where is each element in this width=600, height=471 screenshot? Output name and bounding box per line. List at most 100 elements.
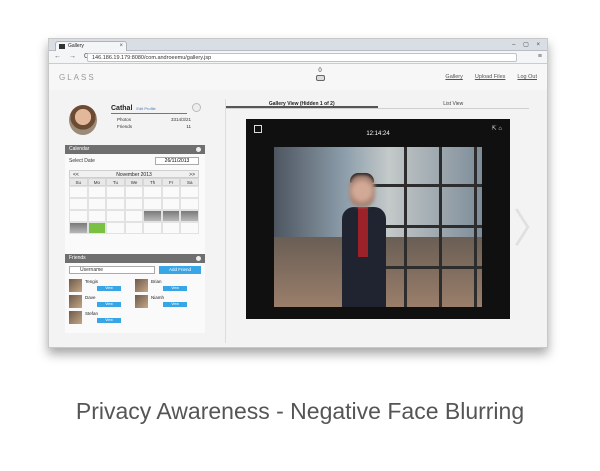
browser-window: Gallery × – ▢ × ← → C 146.186.19.179:808… [48,38,548,348]
nav-logout[interactable]: Log Out [517,74,537,80]
day-cell[interactable] [87,186,107,198]
day-cell[interactable] [124,210,144,222]
friend-view-button[interactable]: View [97,302,121,307]
calendar-header[interactable]: Calendar [65,145,205,154]
calendar-month: << November 2013 >> [69,170,199,178]
app-logo[interactable]: GLASS [59,73,96,82]
day-cell[interactable] [161,198,181,210]
menu-icon[interactable]: ≡ [538,53,542,60]
dow-label: Tu [106,178,125,186]
calendar-week [69,222,200,234]
prev-month-button[interactable]: << [73,171,79,179]
day-cell[interactable] [180,186,200,198]
next-month-button[interactable]: >> [189,171,195,179]
blurred-face [349,175,375,207]
settings-icon[interactable] [192,103,201,112]
day-cell[interactable] [106,186,125,198]
favicon-icon [59,44,65,49]
friend-item[interactable]: Dave View [69,295,129,309]
calendar-week [69,186,200,198]
day-cell[interactable] [124,222,144,234]
day-cell[interactable] [180,198,200,210]
date-input[interactable]: 26/11/2013 [155,157,199,165]
day-thumbnail[interactable] [161,210,181,222]
day-cell[interactable] [124,186,144,198]
day-cell[interactable] [106,198,125,210]
calendar-title: Calendar [69,146,90,152]
next-arrow-icon[interactable]: 〉 [513,159,547,299]
day-cell[interactable] [87,210,107,222]
add-friend-button[interactable]: Add Friend [159,266,201,274]
profile-divider [111,113,187,114]
tab-list-view[interactable]: List View [378,99,530,108]
glass-count: 0 [318,68,322,74]
friends-header[interactable]: Friends [65,254,205,263]
day-cell[interactable] [161,186,181,198]
edit-profile-link[interactable]: Edit Profile [136,106,155,111]
friend-name: Tengis [85,279,99,284]
selected-day[interactable] [87,222,107,234]
browser-tab[interactable]: Gallery × [55,41,127,51]
day-thumbnail[interactable] [69,222,88,234]
glass-badge[interactable]: 0 [313,68,327,86]
calendar-panel: Select Date 26/11/2013 << November 2013 … [65,154,205,254]
friend-photo [69,311,82,324]
friend-item[interactable]: Brian View [135,279,195,293]
day-cell[interactable] [180,222,200,234]
avatar [69,105,97,135]
day-cell[interactable] [124,198,144,210]
dow-label: Mo [87,178,107,186]
friend-search-input[interactable]: Username [69,266,155,274]
tab-gallery-view[interactable]: Gallery View (Hidden 1 of 2) [226,99,378,108]
day-cell[interactable] [69,198,88,210]
prev-arrow-icon[interactable]: 〈 [228,159,268,299]
friends-value: 11 [186,124,191,129]
friend-name: Brian [151,279,162,284]
glass-screen: ⇱ ⌂ 12:14:24 [246,119,510,319]
day-cell[interactable] [161,222,181,234]
view-tabs: Gallery View (Hidden 1 of 2) List View [226,99,529,109]
friend-view-button[interactable]: View [97,286,121,291]
left-panel: Cathal Edit Profile Photos 3314/3/21 Fri… [65,101,205,333]
day-thumbnail[interactable] [180,210,200,222]
collapse-icon[interactable] [196,147,201,152]
friends-stat: Friends 11 [117,124,191,129]
photo[interactable] [274,147,482,307]
day-cell[interactable] [143,198,162,210]
friend-item[interactable]: Niamh View [135,295,195,309]
top-nav: Gallery Upload Files Log Out [445,74,537,80]
friend-photo [135,279,148,292]
glass-icon [315,75,325,81]
url-field[interactable]: 146.186.19.179:8080/com.androeemu/galler… [87,53,517,62]
nav-upload[interactable]: Upload Files [475,74,506,80]
timestamp: 12:14:24 [366,131,390,137]
day-cell[interactable] [143,186,162,198]
window-controls[interactable]: – ▢ × [512,41,543,48]
friend-view-button[interactable]: View [163,302,187,307]
calendar-week [69,210,200,222]
photo-scarf [358,207,368,257]
friend-view-button[interactable]: View [163,286,187,291]
day-cell[interactable] [69,186,88,198]
address-bar-row: ← → C 146.186.19.179:8080/com.androeemu/… [49,51,547,64]
photos-stat: Photos 3314/3/21 [117,117,191,122]
collapse-icon[interactable] [196,256,201,261]
friend-item[interactable]: Stefan View [69,311,129,325]
close-tab-icon[interactable]: × [119,42,123,51]
photos-label: Photos [117,117,132,122]
app-header: GLASS 0 Gallery Upload Files Log Out [49,64,547,90]
friend-item[interactable]: Tengis View [69,279,129,293]
month-label: November 2013 [116,172,152,178]
day-cell[interactable] [87,198,107,210]
friend-view-button[interactable]: View [97,318,121,323]
day-thumbnail[interactable] [143,210,162,222]
day-cell[interactable] [69,210,88,222]
day-cell[interactable] [143,222,162,234]
friend-name: Stefan [85,311,99,316]
friend-name: Dave [85,295,96,300]
friend-photo [69,279,82,292]
dow-label: Th [143,178,162,186]
day-cell[interactable] [106,222,125,234]
nav-gallery[interactable]: Gallery [445,74,462,80]
day-cell[interactable] [106,210,125,222]
